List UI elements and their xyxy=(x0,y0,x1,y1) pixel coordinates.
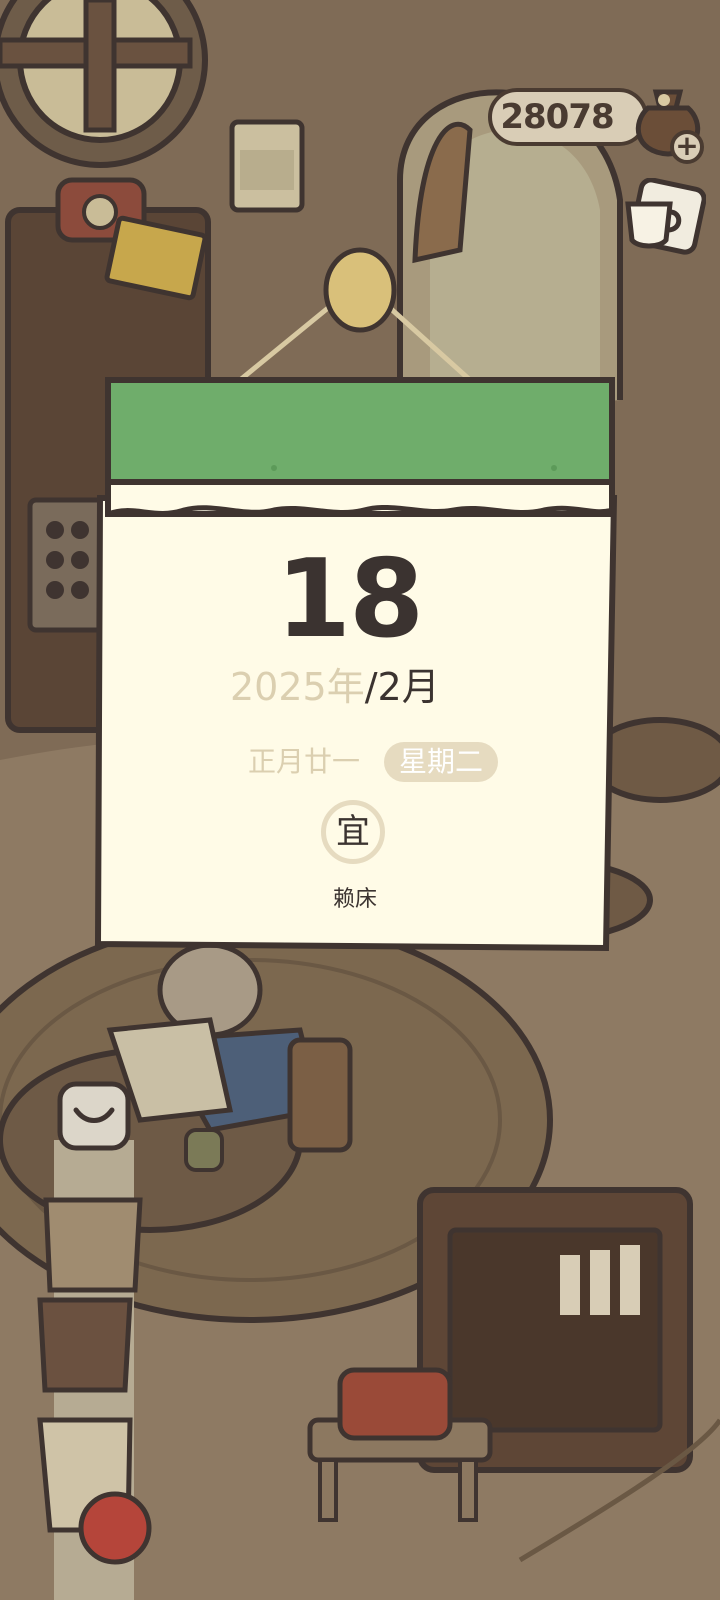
calendar-month: /2月 xyxy=(364,665,440,709)
teacup-icon[interactable] xyxy=(620,178,706,258)
suitable-activity: 赖床 xyxy=(332,887,377,912)
calendar-year-month: 2025年/2月 xyxy=(230,662,490,712)
calendar-year: 2025年 xyxy=(230,665,365,709)
add-coins-button[interactable]: + xyxy=(670,130,704,164)
coin-count-text: 28078 xyxy=(500,97,614,137)
calendar-day-number: 18 xyxy=(275,537,424,662)
lunar-date: 正月廿一 xyxy=(248,745,361,778)
suitable-badge: 宜 xyxy=(321,800,385,864)
coin-counter[interactable]: 28078 xyxy=(488,88,648,146)
weekday-badge: 星期二 xyxy=(384,742,498,782)
mail-icon[interactable] xyxy=(56,1080,132,1152)
